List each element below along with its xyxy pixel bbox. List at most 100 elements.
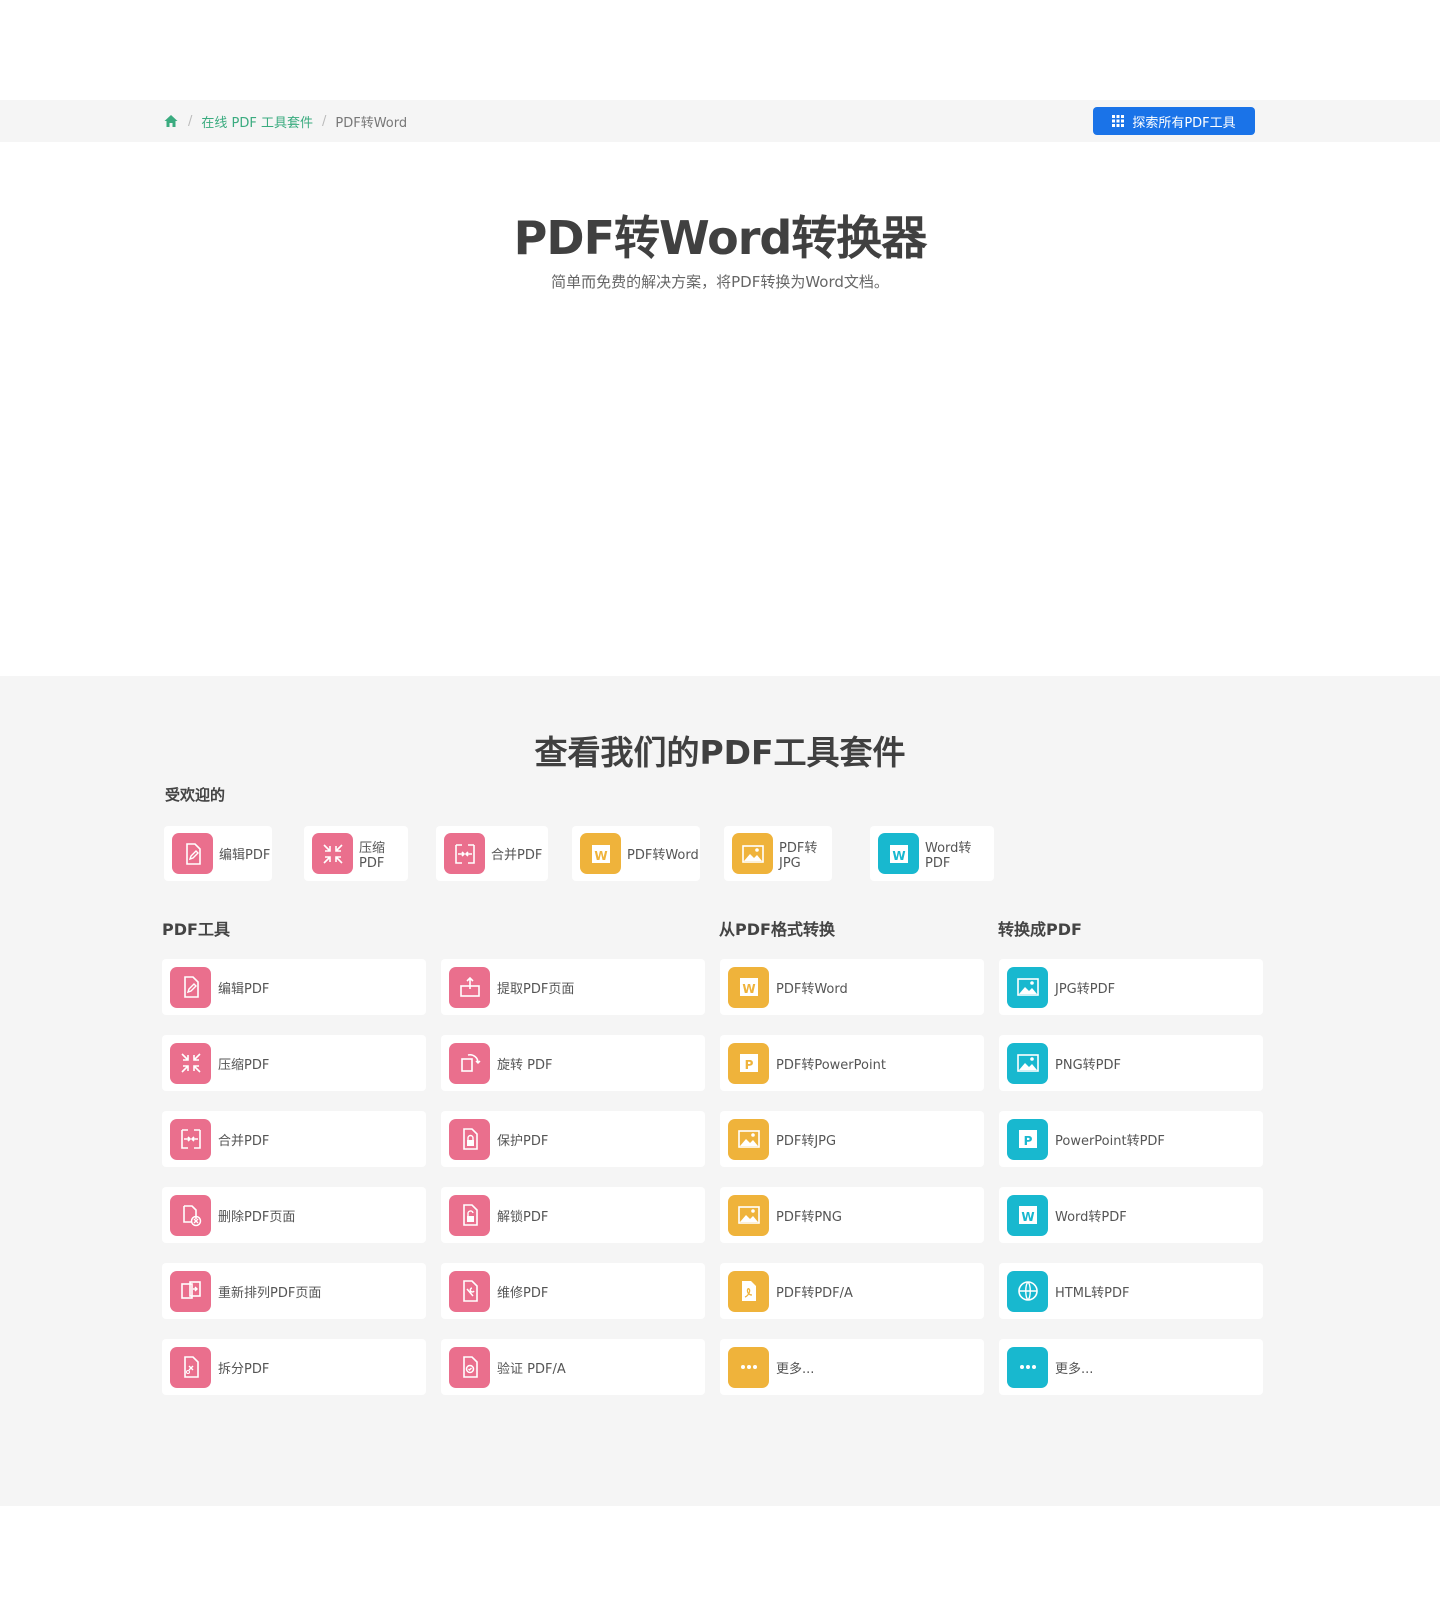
column-head-to-pdf: 转换成PDF (998, 920, 1082, 939)
breadcrumb-separator: / (321, 113, 327, 129)
suite-title: 查看我们的PDF工具套件 (534, 733, 906, 772)
pdf-tool-card[interactable]: 保护PDF (441, 1111, 705, 1167)
to-pdf-tool-card[interactable]: PNG转PDF (999, 1035, 1263, 1091)
tool-label: 旋转 PDF (497, 1057, 553, 1073)
svg-text:W: W (742, 982, 755, 996)
tool-label: PDF转Word (776, 981, 848, 997)
delete-pages-icon (170, 1194, 211, 1236)
powerpoint-icon: P (728, 1042, 769, 1084)
to-pdf-tool-card[interactable]: JPG转PDF (999, 959, 1263, 1015)
extract-icon (449, 966, 490, 1008)
from-pdf-tool-card[interactable]: PDF转PDF/A (720, 1263, 984, 1319)
popular-label: 受欢迎的 (165, 786, 226, 804)
tool-label: 重新排列PDF页面 (218, 1285, 322, 1301)
pdf-tool-card[interactable]: 旋转 PDF (441, 1035, 705, 1091)
popular-tool-label: 合并PDF (491, 848, 543, 863)
breadcrumb-link-suite[interactable]: 在线 PDF 工具套件 (201, 112, 313, 131)
tool-label: Word转PDF (1055, 1209, 1127, 1225)
edit-pdf-icon (172, 833, 213, 874)
compress-icon (170, 1042, 211, 1084)
globe-icon (1007, 1270, 1048, 1312)
pdf-tool-card[interactable]: 拆分PDF (162, 1339, 426, 1395)
svg-text:W: W (594, 849, 607, 863)
pdf-tool-card[interactable]: 提取PDF页面 (441, 959, 705, 1015)
image-icon (728, 1194, 769, 1236)
tool-label: PDF转PDF/A (776, 1285, 853, 1301)
to-pdf-tool-card[interactable]: W Word转PDF (999, 1187, 1263, 1243)
popular-tool-label: PDF转JPG (779, 840, 818, 871)
tool-label: 验证 PDF/A (497, 1361, 566, 1377)
tool-label: 提取PDF页面 (497, 981, 575, 997)
tool-label: 编辑PDF (218, 981, 270, 997)
tool-label: 更多... (776, 1361, 815, 1377)
tool-label: 更多... (1055, 1361, 1094, 1377)
explore-all-tools-label: 探索所有PDF工具 (1132, 115, 1236, 131)
pdf-tool-card[interactable]: 压缩PDF (162, 1035, 426, 1091)
tool-label: 解锁PDF (497, 1209, 549, 1225)
tool-label: PDF转JPG (776, 1133, 837, 1149)
pdf-tool-card[interactable]: 编辑PDF (162, 959, 426, 1015)
tool-label: PDF转PowerPoint (776, 1057, 886, 1073)
popular-tool-label: 压缩PDF (359, 840, 386, 871)
tool-label: 合并PDF (218, 1133, 270, 1149)
pdf-tool-card[interactable]: 维修PDF (441, 1263, 705, 1319)
popular-tool-card[interactable]: 合并PDF (436, 826, 548, 881)
tool-label: HTML转PDF (1055, 1285, 1130, 1301)
pdf-tool-card[interactable]: 重新排列PDF页面 (162, 1263, 426, 1319)
to-pdf-tool-card[interactable]: P PowerPoint转PDF (999, 1111, 1263, 1167)
rotate-icon (449, 1042, 490, 1084)
word-icon: W (580, 833, 621, 874)
pdfa-icon (728, 1270, 769, 1312)
popular-tool-card[interactable]: PDF转JPG (724, 826, 832, 881)
breadcrumb-bar: / 在线 PDF 工具套件 / PDF转Word 探索所有PDF工具 (0, 100, 1440, 142)
page-subtitle: 简单而免费的解决方案，将PDF转换为Word文档。 (551, 273, 889, 291)
home-icon[interactable] (163, 113, 179, 129)
word-icon: W (728, 966, 769, 1008)
unlock-icon (449, 1194, 490, 1236)
tool-label: 维修PDF (497, 1285, 549, 1301)
powerpoint-icon: P (1007, 1118, 1048, 1160)
tool-label: 拆分PDF (218, 1361, 270, 1377)
breadcrumb: / 在线 PDF 工具套件 / PDF转Word (163, 100, 407, 142)
svg-text:P: P (744, 1058, 753, 1072)
more-icon (1007, 1346, 1048, 1388)
from-pdf-tool-card[interactable]: P PDF转PowerPoint (720, 1035, 984, 1091)
popular-tool-card[interactable]: 压缩PDF (304, 826, 408, 881)
svg-text:P: P (1023, 1134, 1032, 1148)
tool-label: PDF转PNG (776, 1209, 842, 1225)
pdf-tool-card[interactable]: 解锁PDF (441, 1187, 705, 1243)
from-pdf-tool-card[interactable]: PDF转PNG (720, 1187, 984, 1243)
popular-tool-card[interactable]: W PDF转Word (572, 826, 700, 881)
to-pdf-tool-card[interactable]: 更多... (999, 1339, 1263, 1395)
pdf-tool-card[interactable]: 验证 PDF/A (441, 1339, 705, 1395)
word-icon: W (878, 833, 919, 874)
breadcrumb-separator: / (188, 113, 193, 129)
merge-icon (170, 1118, 211, 1160)
popular-tool-card[interactable]: 编辑PDF (164, 826, 272, 881)
image-icon (732, 833, 773, 874)
to-pdf-tool-card[interactable]: HTML转PDF (999, 1263, 1263, 1319)
pdf-tool-card[interactable]: 合并PDF (162, 1111, 426, 1167)
image-icon (1007, 1042, 1048, 1084)
lock-icon (449, 1118, 490, 1160)
popular-tool-card[interactable]: W Word转PDF (870, 826, 994, 881)
tool-label: 保护PDF (497, 1133, 549, 1149)
reorder-icon (170, 1270, 211, 1312)
tool-label: JPG转PDF (1055, 981, 1116, 997)
from-pdf-tool-card[interactable]: W PDF转Word (720, 959, 984, 1015)
word-icon: W (1007, 1194, 1048, 1236)
pdf-tool-card[interactable]: 删除PDF页面 (162, 1187, 426, 1243)
edit-pdf-icon (170, 966, 211, 1008)
svg-text:W: W (892, 849, 905, 863)
svg-text:W: W (1021, 1210, 1034, 1224)
repair-icon (449, 1270, 490, 1312)
popular-tool-label: Word转PDF (925, 840, 972, 871)
tool-label: 压缩PDF (218, 1057, 270, 1073)
from-pdf-tool-card[interactable]: 更多... (720, 1339, 984, 1395)
grid-icon (1112, 115, 1125, 127)
split-icon (170, 1346, 211, 1388)
compress-icon (312, 833, 353, 874)
from-pdf-tool-card[interactable]: PDF转JPG (720, 1111, 984, 1167)
explore-all-tools-button[interactable]: 探索所有PDF工具 (1093, 107, 1255, 135)
image-icon (728, 1118, 769, 1160)
